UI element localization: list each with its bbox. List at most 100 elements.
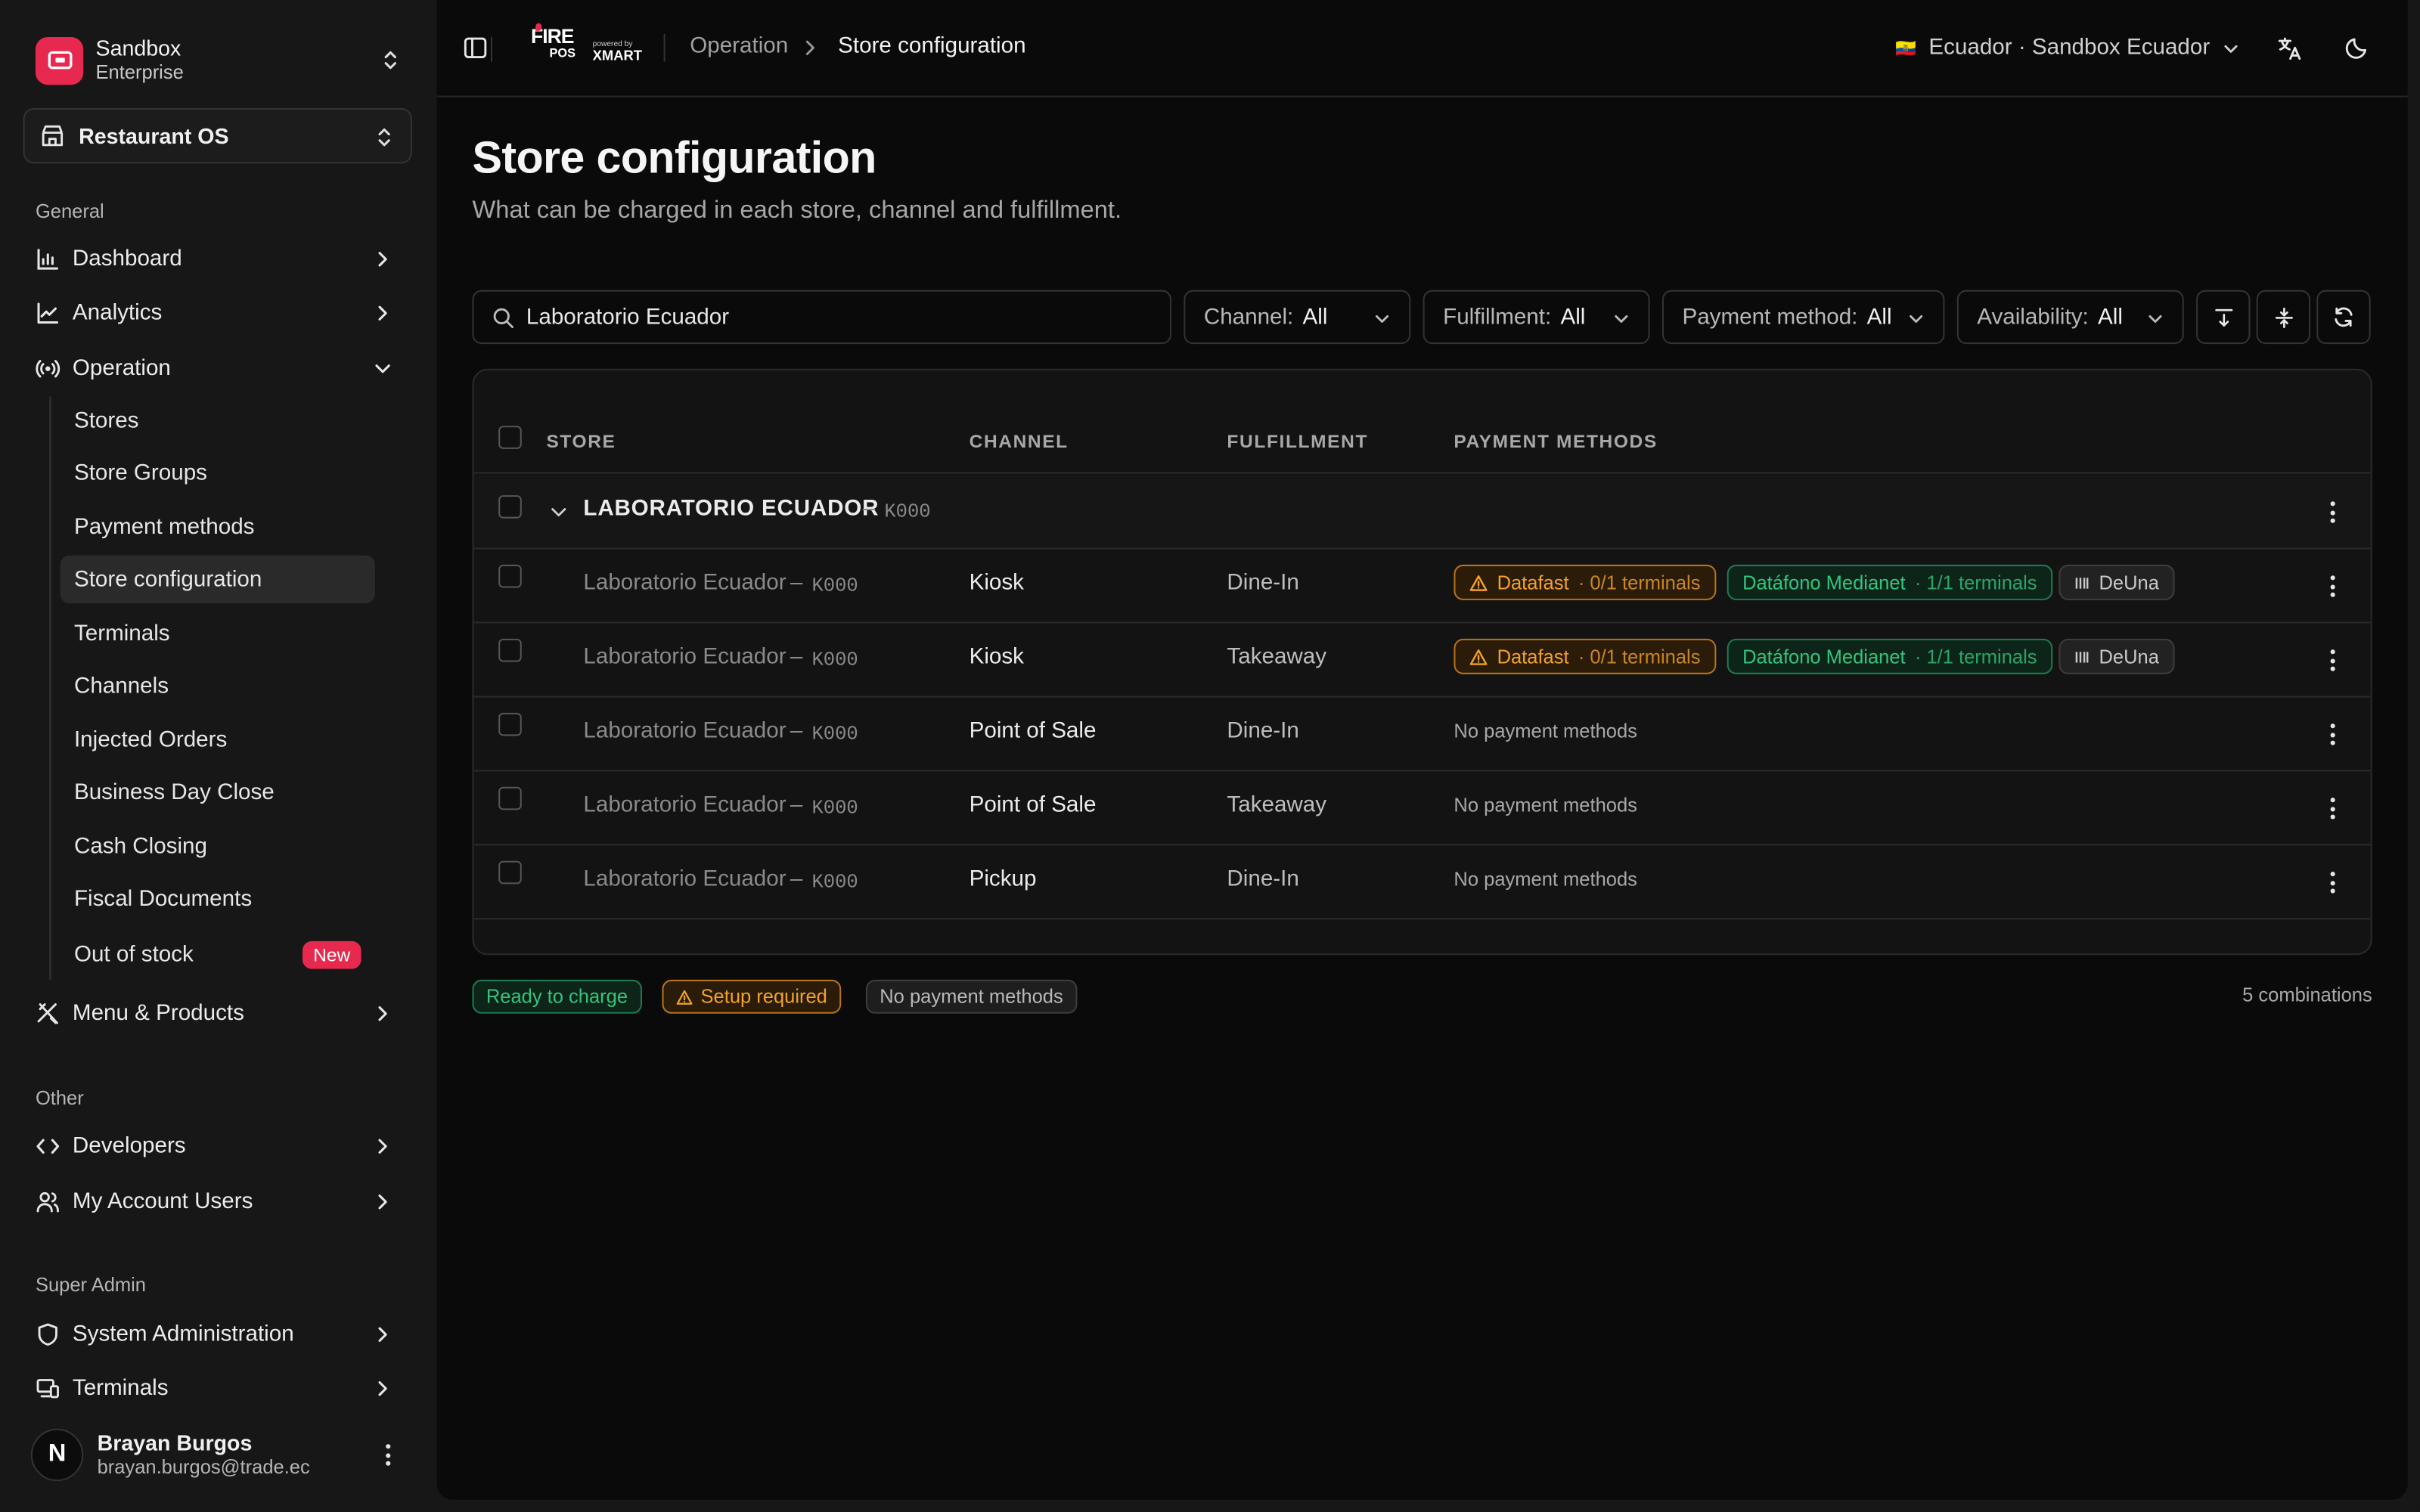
user-name: Brayan Burgos [97, 1430, 253, 1455]
row-checkbox[interactable] [498, 712, 522, 736]
moon-icon[interactable] [2344, 36, 2369, 60]
warning-triangle-icon [1469, 648, 1488, 665]
chevron-down-icon[interactable] [550, 503, 568, 521]
filter-payment-method-value: All [1866, 305, 1892, 330]
utensils-icon [36, 1001, 60, 1026]
expand-all-button[interactable] [2196, 290, 2251, 345]
chevron-right-icon [378, 1139, 387, 1154]
breadcrumb-current: Store configuration [838, 33, 1026, 59]
row-separator: – [790, 866, 803, 892]
nav-dashboard[interactable]: Dashboard [23, 236, 412, 282]
row-fulfillment: Takeaway [1227, 645, 1327, 670]
search-input[interactable] [526, 305, 1144, 330]
table-row[interactable]: Laboratorio Ecuador – K000 Point of Sale… [473, 771, 2371, 846]
subnav-cash-closing[interactable]: Cash Closing [60, 823, 375, 870]
more-vertical-icon[interactable] [2329, 575, 2335, 597]
subnav-store-groups[interactable]: Store Groups [60, 449, 375, 497]
more-vertical-icon[interactable] [384, 1444, 390, 1466]
subnav-stores[interactable]: Stores [60, 396, 375, 444]
subnav-terminals[interactable]: Terminals [60, 609, 375, 657]
search-icon [493, 307, 513, 328]
nav-menu-products[interactable]: Menu & Products [23, 990, 412, 1036]
subnav-out-of-stock-label: Out of stock [73, 941, 194, 967]
column-header-store[interactable]: STORE [546, 430, 616, 452]
payment-method-name: Datáfono Medianet [1742, 572, 1906, 593]
row-checkbox[interactable] [498, 564, 522, 588]
more-vertical-icon[interactable] [2329, 872, 2335, 894]
combinations-count: 5 combinations [2242, 984, 2372, 1006]
collapse-vertical-icon [2274, 306, 2292, 327]
search-box[interactable] [472, 290, 1171, 345]
refresh-button[interactable] [2316, 290, 2371, 345]
code-icon [36, 1134, 60, 1159]
more-vertical-icon[interactable] [2329, 501, 2335, 523]
nav-terminals[interactable]: Terminals [23, 1365, 412, 1411]
row-channel: Point of Sale [969, 792, 1097, 818]
subnav-business-day-close[interactable]: Business Day Close [60, 768, 375, 816]
table-row[interactable]: Laboratorio Ecuador – K000 Point of Sale… [473, 697, 2371, 772]
subnav-out-of-stock[interactable]: Out of stock New [60, 931, 375, 978]
legend-ready-to-charge: Ready to charge [472, 979, 642, 1014]
org-name: Sandbox [95, 35, 182, 60]
store-group-row[interactable]: LABORATORIO ECUADOR – K000 [473, 475, 2371, 550]
subnav-store-configuration[interactable]: Store configuration [60, 555, 375, 603]
row-checkbox[interactable] [498, 786, 522, 810]
column-header-fulfillment[interactable]: FULFILLMENT [1227, 430, 1368, 452]
nav-system-administration[interactable]: System Administration [23, 1312, 412, 1358]
select-all-checkbox[interactable] [498, 426, 522, 449]
country-selector[interactable]: 🇪🇨 Ecuador · Sandbox Ecuador [1895, 31, 2239, 65]
nav-operation[interactable]: Operation [23, 345, 412, 392]
user-menu[interactable]: N Brayan Burgos brayan.burgos@trade.ec [30, 1426, 414, 1485]
nav-system-administration-label: System Administration [72, 1321, 294, 1347]
table-row[interactable]: Laboratorio Ecuador – K000 Kiosk Takeawa… [473, 623, 2371, 698]
chevron-right-icon [378, 1381, 387, 1396]
filter-availability[interactable]: Availability: All [1956, 290, 2184, 345]
chevron-down-icon [1375, 314, 1389, 323]
payment-method-badge-neutral[interactable]: DeUna [2059, 638, 2175, 674]
row-checkbox[interactable] [498, 495, 522, 519]
payment-method-badge-neutral[interactable]: DeUna [2059, 564, 2175, 600]
row-store-name: Laboratorio Ecuador [583, 571, 786, 596]
row-channel: Pickup [969, 866, 1037, 892]
payment-method-badge-ready[interactable]: Datáfono Medianet · 1/1 terminals [1727, 564, 2052, 600]
row-checkbox[interactable] [498, 860, 522, 885]
payment-method-badge-ready[interactable]: Datáfono Medianet · 1/1 terminals [1727, 638, 2052, 674]
payment-method-badge-warning[interactable]: Datafast · 0/1 terminals [1454, 638, 1716, 674]
filter-channel[interactable]: Channel: All [1184, 290, 1411, 345]
collapse-all-button[interactable] [2256, 290, 2311, 345]
nav-terminals-label: Terminals [72, 1376, 169, 1402]
payment-method-name: DeUna [2099, 572, 2159, 593]
qr-code-icon [2075, 651, 2089, 662]
filter-payment-method[interactable]: Payment method: All [1661, 290, 1945, 345]
table-row[interactable]: Laboratorio Ecuador – K000 Kiosk Dine-In… [473, 550, 2371, 624]
breadcrumb-operation[interactable]: Operation [690, 34, 788, 59]
top-bar: FIRE POS powered by XMART Operation Stor… [436, 0, 2408, 98]
sidebar-toggle-icon[interactable] [463, 36, 488, 60]
translate-icon[interactable] [2276, 36, 2303, 62]
legend-ready-label: Ready to charge [486, 986, 628, 1008]
org-plan: Enterprise [95, 61, 184, 84]
row-checkbox[interactable] [498, 638, 522, 662]
subnav-fiscal-documents[interactable]: Fiscal Documents [60, 875, 375, 922]
subnav-payment-methods[interactable]: Payment methods [60, 503, 375, 550]
filter-fulfillment[interactable]: Fulfillment: All [1423, 290, 1650, 345]
more-vertical-icon[interactable] [2329, 798, 2335, 820]
avatar: N [30, 1428, 84, 1482]
org-switcher[interactable]: Sandbox Enterprise [25, 25, 414, 96]
column-header-channel[interactable]: CHANNEL [970, 430, 1069, 452]
more-vertical-icon[interactable] [2329, 723, 2335, 745]
nav-analytics[interactable]: Analytics [23, 290, 412, 336]
chevron-right-icon [378, 1006, 387, 1021]
nav-developers[interactable]: Developers [23, 1123, 412, 1170]
app-selector[interactable]: Restaurant OS [23, 107, 412, 164]
more-vertical-icon[interactable] [2329, 649, 2335, 671]
filter-fulfillment-key: Fulfillment: [1443, 305, 1552, 330]
nav-dashboard-label: Dashboard [72, 246, 182, 272]
chevron-right-icon [378, 305, 387, 321]
payment-method-badge-warning[interactable]: Datafast · 0/1 terminals [1454, 564, 1716, 600]
column-header-payment-methods[interactable]: PAYMENT METHODS [1454, 430, 1657, 452]
table-row[interactable]: Laboratorio Ecuador – K000 Pickup Dine-I… [473, 845, 2371, 920]
nav-my-account-users[interactable]: My Account Users [23, 1179, 412, 1225]
subnav-injected-orders[interactable]: Injected Orders [60, 716, 375, 764]
subnav-channels[interactable]: Channels [60, 662, 375, 710]
